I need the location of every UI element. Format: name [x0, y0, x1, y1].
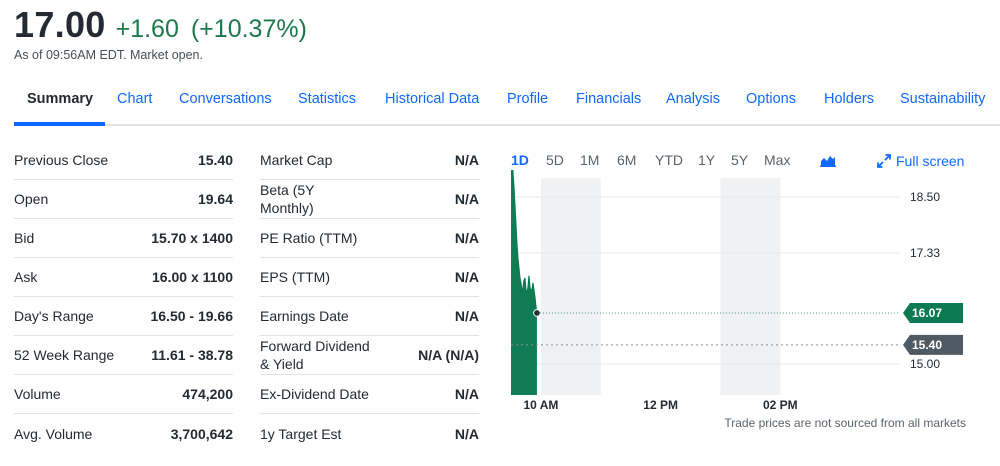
stat-label: Bid — [14, 230, 35, 246]
stat-value: 16.50 - 19.66 — [150, 308, 233, 324]
stat-label: Day's Range — [14, 308, 94, 324]
tab-sustainability[interactable]: Sustainability — [900, 91, 985, 107]
stat-value: N/A — [454, 308, 479, 324]
summary-stats-left: Previous Close 15.40 Open 19.64 Bid 15.70 x… — [14, 141, 233, 453]
stat-value: 3,700,642 — [170, 425, 233, 442]
full-screen-button[interactable]: Full screen — [877, 153, 964, 169]
stat-value: 16.00 x 1100 — [152, 269, 233, 285]
stat-label: Beta (5Y Monthly) — [260, 182, 315, 216]
tab-statistics[interactable]: Statistics — [298, 91, 356, 107]
stat-previous-close: Previous Close 15.40 — [14, 141, 233, 180]
stat-1y-target: 1y Target Est N/A — [260, 414, 479, 453]
x-tick-label: 12 PM — [643, 398, 678, 412]
price-change: +1.60 — [115, 15, 179, 43]
current-price-tag-text: 16.07 — [912, 306, 942, 320]
stat-earnings-date: Earnings Date N/A — [260, 297, 479, 336]
stat-value: N/A — [454, 191, 479, 207]
stat-label: Open — [14, 191, 49, 207]
tab-financials[interactable]: Financials — [576, 91, 641, 107]
tab-profile[interactable]: Profile — [507, 91, 548, 107]
full-screen-label: Full screen — [896, 153, 965, 169]
tab-chart[interactable]: Chart — [117, 91, 152, 107]
y-tick-label: 17.33 — [910, 246, 940, 260]
stat-label: Earnings Date — [260, 308, 349, 324]
tab-historical-data[interactable]: Historical Data — [385, 91, 479, 107]
stat-label: Previous Close — [14, 152, 109, 168]
stat-value: N/A — [454, 230, 479, 246]
stat-label: EPS (TTM) — [260, 269, 330, 285]
stat-ex-dividend-date: Ex-Dividend Date N/A — [260, 375, 479, 414]
tab-summary[interactable]: Summary — [27, 91, 93, 107]
range-ytd-button[interactable]: YTD — [655, 152, 683, 168]
summary-stats-right: Market Cap N/A Beta (5Y Monthly) N/A PE Ra… — [260, 141, 479, 453]
tab-conversations[interactable]: Conversations — [179, 91, 272, 107]
stat-volume: Volume 474,200 — [14, 375, 233, 414]
expand-arrows-icon — [877, 154, 891, 168]
stat-label: 1y Target Est — [260, 425, 342, 442]
stat-label: Volume — [14, 386, 61, 402]
x-tick-label: 10 AM — [523, 398, 558, 412]
tab-holders[interactable]: Holders — [824, 91, 874, 107]
stat-label: Forward Dividend & Yield — [260, 338, 370, 372]
stat-beta: Beta (5Y Monthly) N/A — [260, 180, 479, 219]
stat-eps: EPS (TTM) N/A — [260, 258, 479, 297]
stat-value: 474,200 — [182, 386, 233, 402]
stat-days-range: Day's Range 16.50 - 19.66 — [14, 297, 233, 336]
quote-header: 17.00 +1.60 (+10.37%) — [14, 4, 307, 48]
stat-value: 19.64 — [197, 191, 233, 207]
quote-tabs: Summary Chart Conversations Statistics H… — [14, 82, 1000, 126]
hour-band — [540, 178, 601, 395]
stat-market-cap: Market Cap N/A — [260, 141, 479, 180]
previous-close-tag: 15.40 — [903, 334, 963, 355]
market-status: As of 09:56AM EDT. Market open. — [14, 48, 203, 62]
stat-label: 52 Week Range — [14, 347, 115, 363]
active-tab-indicator — [14, 122, 105, 126]
chart-disclaimer: Trade prices are not sourced from all ma… — [724, 416, 966, 430]
price-chart[interactable]: 18.50 17.33 15.00 10 AM 12 PM 02 PM 16.07 15.40 — [505, 170, 975, 415]
price-change-percent: (+10.37%) — [190, 15, 307, 43]
current-price-tag: 16.07 — [903, 302, 963, 323]
range-1y-button[interactable]: 1Y — [698, 152, 715, 168]
stat-label: PE Ratio (TTM) — [260, 230, 358, 246]
stat-value: 15.70 x 1400 — [151, 230, 233, 246]
stat-52-week-range: 52 Week Range 11.61 - 38.78 — [14, 336, 233, 375]
stat-forward-dividend: Forward Dividend & Yield N/A (N/A) — [260, 336, 479, 375]
range-5d-button[interactable]: 5D — [546, 152, 564, 168]
stat-pe-ratio: PE Ratio (TTM) N/A — [260, 219, 479, 258]
stat-ask: Ask 16.00 x 1100 — [14, 258, 233, 297]
stat-value: 11.61 - 38.78 — [151, 347, 233, 363]
range-1d-button[interactable]: 1D — [511, 152, 529, 168]
y-tick-label: 18.50 — [910, 190, 940, 204]
stat-value: N/A — [454, 386, 479, 402]
range-1m-button[interactable]: 1M — [580, 152, 599, 168]
stat-value: 15.40 — [197, 152, 233, 168]
stat-value: N/A — [454, 152, 479, 168]
stat-value: N/A (N/A) — [418, 347, 479, 363]
stat-avg-volume: Avg. Volume 3,700,642 — [14, 414, 233, 453]
stat-bid: Bid 15.70 x 1400 — [14, 219, 233, 258]
tab-analysis[interactable]: Analysis — [666, 91, 720, 107]
stat-label: Avg. Volume — [14, 425, 93, 442]
range-6m-button[interactable]: 6M — [617, 152, 636, 168]
x-tick-label: 02 PM — [763, 398, 798, 412]
stat-label: Market Cap — [260, 152, 333, 168]
stat-value: N/A — [454, 269, 479, 285]
current-price: 17.00 — [14, 4, 106, 45]
hour-band — [720, 178, 781, 395]
previous-close-tag-text: 15.40 — [912, 338, 942, 352]
tab-options[interactable]: Options — [746, 91, 796, 107]
range-max-button[interactable]: Max — [764, 152, 790, 168]
y-tick-label: 15.00 — [910, 357, 940, 371]
stat-open: Open 19.64 — [14, 180, 233, 219]
stat-value: N/A — [454, 425, 479, 442]
stat-label: Ex-Dividend Date — [260, 386, 369, 402]
stat-label: Ask — [14, 269, 38, 285]
range-5y-button[interactable]: 5Y — [731, 152, 748, 168]
